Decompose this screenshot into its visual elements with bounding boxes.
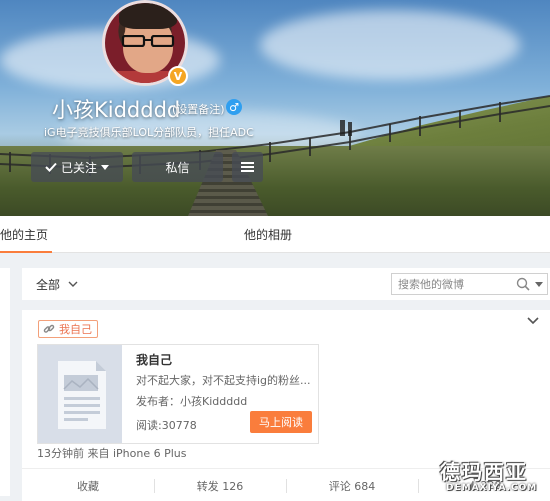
tab-home[interactable]: 他的主页: [0, 216, 72, 253]
more-menu-button[interactable]: [232, 152, 263, 182]
following-label: 已关注: [60, 160, 97, 175]
favorite-button[interactable]: 收藏: [22, 469, 154, 501]
check-icon: [45, 162, 57, 172]
chevron-down-icon: [68, 281, 78, 287]
site-watermark: 德玛西亚 DEMAXIYA.COM: [440, 456, 550, 501]
following-button[interactable]: 已关注: [31, 152, 123, 182]
feed-filter-bar: 全部: [22, 268, 550, 300]
post-tag-label: 我自己: [59, 323, 92, 336]
verified-badge-icon: V: [168, 66, 188, 86]
link-icon: [43, 324, 55, 333]
glasses: [121, 35, 175, 47]
search-box: [391, 273, 548, 295]
profile-username: 小孩Kiddddd: [52, 98, 181, 122]
tab-album[interactable]: 他的相册: [244, 216, 292, 253]
profile-cover: V 小孩Kiddddd (设置备注) ♂ iG电子竞技俱乐部LOL分部队员，担任…: [0, 0, 550, 216]
read-now-button[interactable]: 马上阅读: [250, 411, 312, 433]
search-input[interactable]: [398, 276, 510, 292]
comment-button[interactable]: 评论 684: [286, 469, 418, 501]
left-column: [0, 268, 10, 496]
profile-tabs: 他的主页 他的相册: [0, 216, 550, 253]
message-button[interactable]: 私信: [132, 152, 223, 182]
filter-dropdown[interactable]: 全部: [36, 268, 78, 300]
article-description: 对不起大家，对不起支持ig的粉丝...: [136, 374, 311, 387]
post-tag[interactable]: 我自己: [38, 320, 98, 338]
post-meta: 13分钟前 来自 iPhone 6 Plus: [37, 447, 187, 460]
set-remark-link[interactable]: (设置备注): [172, 101, 225, 117]
repost-button[interactable]: 转发 126: [154, 469, 286, 501]
search-icon[interactable]: [516, 277, 530, 291]
male-gender-icon: ♂: [226, 99, 242, 115]
caret-down-icon: [101, 164, 109, 170]
post-menu-chevron-icon[interactable]: [526, 316, 540, 326]
article-read-count: 阅读:30778: [136, 419, 197, 432]
article-thumbnail-icon: [38, 345, 122, 443]
article-author: 发布者：小孩Kiddddd: [136, 395, 248, 408]
watermark-domain: DEMAXIYA.COM: [446, 483, 538, 493]
article-card[interactable]: 我自己 对不起大家，对不起支持ig的粉丝... 发布者：小孩Kiddddd 阅读…: [37, 344, 319, 444]
watermark-title: 德玛西亚: [440, 460, 528, 484]
profile-bio: iG电子竞技俱乐部LOL分部队员，担任ADC: [44, 126, 254, 139]
hamburger-icon: [241, 162, 254, 172]
search-options-caret-icon[interactable]: [535, 282, 543, 287]
filter-selected-label: 全部: [36, 277, 61, 292]
article-title: 我自己: [136, 353, 173, 367]
